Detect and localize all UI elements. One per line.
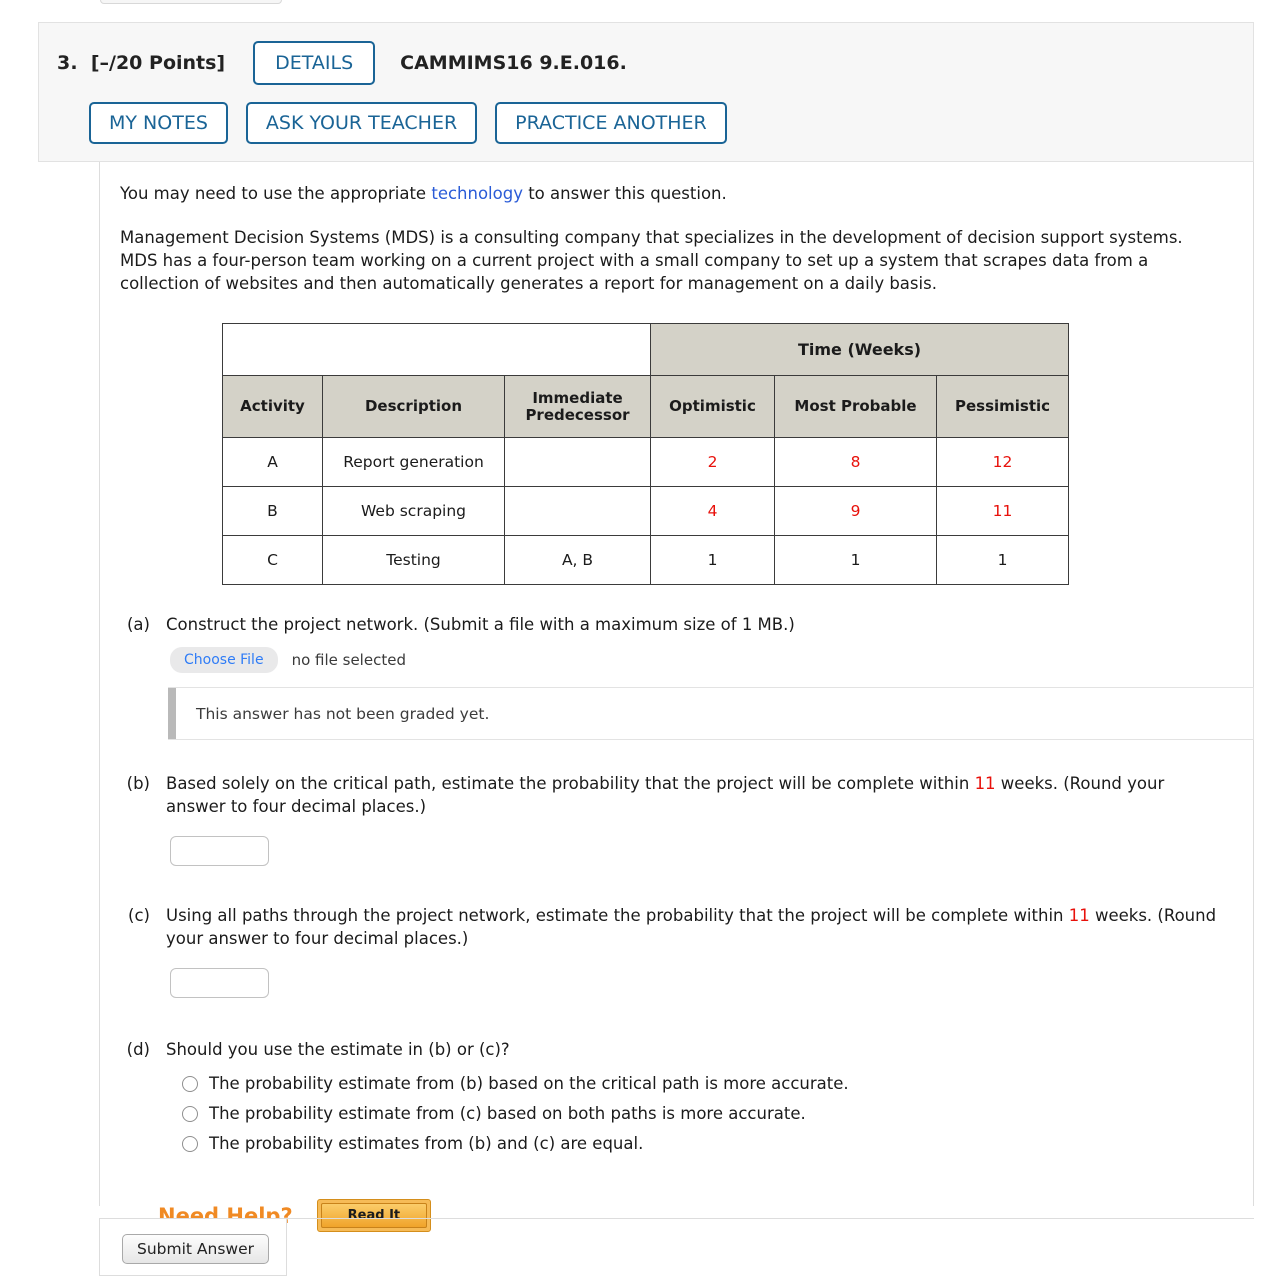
cell-activity: B (222, 486, 323, 536)
my-notes-button[interactable]: MY NOTES (89, 102, 228, 144)
cell-activity: A (222, 437, 323, 487)
cell-most-probable: 8 (774, 437, 937, 487)
option-label-2: The probability estimate from (c) based … (209, 1104, 806, 1123)
part-d-text: Should you use the estimate in (b) or (c… (166, 1040, 510, 1059)
file-upload-row: Choose File no file selected (170, 647, 1233, 673)
part-a-text: Construct the project network. (Submit a… (166, 615, 795, 634)
option-label-1: The probability estimate from (b) based … (209, 1074, 849, 1093)
need-help-row: Need Help? Read It (158, 1199, 1233, 1232)
part-b: (b) Based solely on the critical path, e… (120, 772, 1233, 818)
technology-notice-suffix: to answer this question. (522, 184, 727, 203)
cell-pessimistic: 11 (935, 486, 1070, 536)
cell-pessimistic: 12 (935, 437, 1070, 487)
table-header-activity: Activity (222, 375, 323, 438)
technology-notice: You may need to use the appropriate tech… (120, 182, 1225, 205)
clipped-element-above (100, 0, 282, 4)
question-points: [–/20 Points] (90, 52, 226, 74)
option-label-3: The probability estimates from (b) and (… (209, 1134, 644, 1153)
activity-table-wrapper: Time (Weeks) Activity Description Immedi… (222, 323, 1070, 585)
cell-predecessor (504, 486, 651, 536)
part-b-label: (b) (126, 774, 150, 793)
ungraded-notice-text: This answer has not been graded yet. (196, 704, 490, 723)
technology-link[interactable]: technology (431, 184, 523, 203)
part-b-text-pre: Based solely on the critical path, estim… (166, 774, 975, 793)
table-header-most-probable: Most Probable (774, 375, 937, 438)
exercise-code: CAMMIMS16 9.E.016. (400, 52, 627, 74)
table-header-pessimistic: Pessimistic (935, 375, 1070, 438)
table-row: B Web scraping 4 9 11 (222, 486, 1070, 536)
activity-table: Time (Weeks) Activity Description Immedi… (222, 323, 1070, 585)
question-header-panel: 3. [–/20 Points] DETAILS CAMMIMS16 9.E.0… (38, 22, 1254, 162)
cell-description: Report generation (322, 437, 505, 487)
question-number: 3. (57, 52, 78, 74)
submit-bar: Submit Answer (99, 1218, 287, 1276)
problem-statement: Management Decision Systems (MDS) is a c… (120, 228, 1183, 293)
practice-another-button[interactable]: PRACTICE ANOTHER (495, 102, 727, 144)
part-c: (c) Using all paths through the project … (120, 904, 1233, 950)
question-header-top-row: 3. [–/20 Points] DETAILS CAMMIMS16 9.E.0… (57, 41, 627, 85)
table-header-immediate-predecessor: Immediate Predecessor (504, 375, 651, 438)
cell-predecessor (504, 437, 651, 487)
cell-pessimistic: 1 (935, 535, 1070, 585)
technology-notice-prefix: You may need to use the appropriate (120, 184, 432, 203)
cell-most-probable: 9 (774, 486, 937, 536)
part-c-label: (c) (128, 906, 150, 925)
cell-optimistic: 2 (650, 437, 775, 487)
ungraded-accent-bar (168, 688, 176, 739)
table-spacer-cell (222, 323, 651, 376)
no-file-selected-label: no file selected (291, 651, 406, 669)
table-row: C Testing A, B 1 1 1 (222, 535, 1070, 585)
cell-activity: C (222, 535, 323, 585)
table-group-header-row: Time (Weeks) (222, 323, 1070, 376)
table-group-header-time: Time (Weeks) (649, 323, 1070, 376)
part-c-answer-input[interactable] (170, 968, 269, 998)
radio-button-icon[interactable] (182, 1075, 198, 1092)
radio-button-icon[interactable] (182, 1135, 198, 1152)
read-it-button-frame: Read It (316, 1199, 432, 1232)
part-b-text: Based solely on the critical path, estim… (166, 772, 1221, 818)
part-b-answer-input[interactable] (170, 836, 269, 866)
details-button[interactable]: DETAILS (253, 41, 376, 85)
cell-description: Testing (322, 535, 505, 585)
table-header-row: Activity Description Immediate Predecesso… (222, 375, 1070, 438)
part-a: (a) Construct the project network. (Subm… (120, 613, 1233, 636)
submit-bar-divider (287, 1218, 1254, 1219)
part-b-weeks-value: 11 (974, 774, 996, 793)
part-d-options: The probability estimate from (b) based … (182, 1074, 1233, 1153)
submit-answer-button[interactable]: Submit Answer (122, 1234, 269, 1264)
radio-button-icon[interactable] (182, 1105, 198, 1122)
cell-description: Web scraping (322, 486, 505, 536)
part-d-label: (d) (126, 1040, 150, 1059)
part-d: (d) Should you use the estimate in (b) o… (120, 1038, 1233, 1061)
part-a-label: (a) (127, 615, 150, 634)
table-header-optimistic: Optimistic (650, 375, 775, 438)
ungraded-notice: This answer has not been graded yet. (168, 687, 1254, 740)
choose-file-button[interactable]: Choose File (170, 647, 278, 673)
option-row-3[interactable]: The probability estimates from (b) and (… (182, 1134, 1233, 1153)
cell-predecessor: A, B (504, 535, 651, 585)
table-row: A Report generation 2 8 12 (222, 437, 1070, 487)
question-content-panel: You may need to use the appropriate tech… (99, 162, 1254, 1232)
question-page: 3. [–/20 Points] DETAILS CAMMIMS16 9.E.0… (0, 0, 1284, 1278)
part-c-weeks-value: 11 (1068, 906, 1090, 925)
read-it-button[interactable]: Read It (320, 1203, 428, 1228)
cell-optimistic: 1 (650, 535, 775, 585)
part-c-text-pre: Using all paths through the project netw… (166, 906, 1069, 925)
ask-your-teacher-button[interactable]: ASK YOUR TEACHER (245, 102, 478, 144)
option-row-1[interactable]: The probability estimate from (b) based … (182, 1074, 1233, 1093)
cell-optimistic: 4 (650, 486, 775, 536)
question-header-action-row: MY NOTES ASK YOUR TEACHER PRACTICE ANOTH… (89, 102, 727, 144)
part-c-text: Using all paths through the project netw… (166, 904, 1221, 950)
option-row-2[interactable]: The probability estimate from (c) based … (182, 1104, 1233, 1123)
table-header-description: Description (322, 375, 505, 438)
cell-most-probable: 1 (774, 535, 937, 585)
predecessor-line-2: Predecessor (525, 405, 630, 424)
predecessor-line-1: Immediate (532, 388, 623, 407)
